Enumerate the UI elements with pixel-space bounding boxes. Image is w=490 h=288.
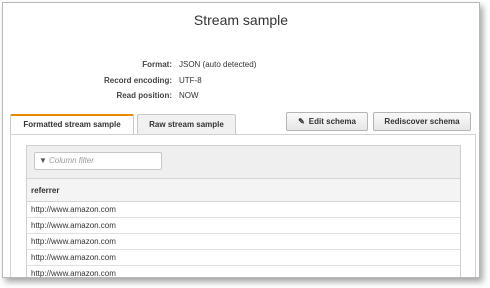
page-title: Stream sample [193, 12, 289, 28]
table-row: http://www.amazon.com [27, 234, 460, 250]
column-header-referrer[interactable]: referrer [27, 179, 460, 202]
table-row: http://www.amazon.com [27, 218, 460, 234]
detail-format: Format: JSON (auto detected) [3, 59, 479, 71]
filter-bar: ▼ Column filter [27, 146, 460, 179]
sample-table: ▼ Column filter referrer http://www.amaz… [26, 145, 461, 277]
table-row: http://www.amazon.com [27, 202, 460, 218]
detail-label: Record encoding: [103, 76, 172, 85]
column-filter-placeholder: Column filter [49, 156, 94, 165]
column-filter-input[interactable]: ▼ Column filter [34, 152, 162, 170]
detail-value: UTF-8 [179, 76, 202, 85]
stream-sample-window: Stream sample Format: JSON (auto detecte… [2, 2, 480, 278]
detail-label: Read position: [116, 91, 172, 100]
tab-raw-stream-sample[interactable]: Raw stream sample [137, 114, 236, 135]
table-row: http://www.amazon.com [27, 250, 460, 266]
detail-label: Format: [142, 60, 172, 69]
pencil-icon: ✎ [298, 117, 305, 126]
table-row: http://www.amazon.com [27, 266, 460, 277]
detail-record-encoding: Record encoding: UTF-8 [3, 75, 479, 87]
edit-schema-button[interactable]: ✎ Edit schema [286, 112, 368, 131]
detail-read-position: Read position: NOW [3, 90, 479, 102]
edit-schema-label: Edit schema [308, 117, 356, 126]
rediscover-schema-button[interactable]: Rediscover schema [373, 112, 471, 131]
tab-formatted-stream-sample[interactable]: Formatted stream sample [10, 114, 134, 135]
filter-icon: ▼ [39, 156, 47, 165]
stream-sample-panel: ▼ Column filter referrer http://www.amaz… [10, 134, 476, 277]
table-body: http://www.amazon.com http://www.amazon.… [27, 202, 460, 277]
detail-value: NOW [179, 91, 199, 100]
detail-value: JSON (auto detected) [179, 60, 257, 69]
